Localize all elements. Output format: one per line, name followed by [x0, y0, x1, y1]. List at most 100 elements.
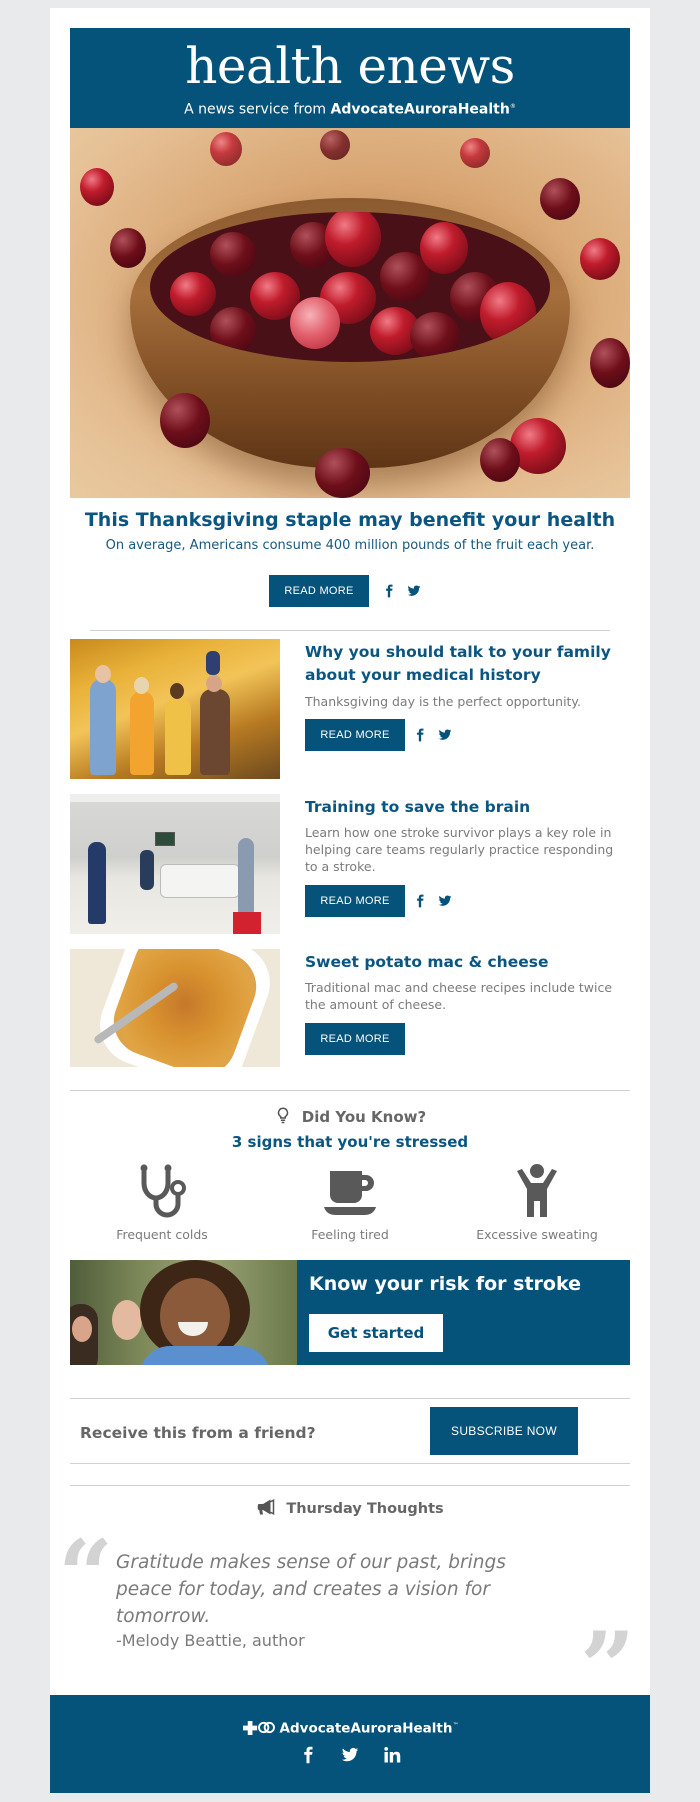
- section-divider: [70, 1463, 630, 1464]
- tagline-brand: AdvocateAuroraHealth: [330, 101, 510, 118]
- footer-brand-mark: ™: [452, 1722, 459, 1729]
- stress-sign: Feeling tired: [260, 1163, 440, 1244]
- cranberry-decor: [210, 232, 256, 276]
- article-share-twitter[interactable]: [437, 893, 453, 909]
- facebook-icon: [417, 728, 424, 742]
- article-share-facebook[interactable]: [412, 727, 428, 743]
- article-image[interactable]: [70, 639, 280, 779]
- article-description: Thanksgiving day is the perfect opportun…: [305, 694, 582, 709]
- thursday-thoughts-heading: Thursday Thoughts: [50, 1498, 650, 1519]
- coffee-cup-icon: [324, 1171, 376, 1215]
- cranberry-decor: [410, 312, 460, 360]
- article-read-more-button[interactable]: READ MORE: [305, 719, 405, 751]
- facebook-icon: [304, 1746, 313, 1764]
- stroke-banner-title: Know your risk for stroke: [309, 1273, 581, 1295]
- family-figure: [130, 691, 154, 775]
- get-started-button[interactable]: Get started: [309, 1314, 443, 1352]
- footer-twitter-link[interactable]: [340, 1745, 360, 1765]
- did-you-know-heading: Did You Know?: [50, 1106, 650, 1127]
- cranberry-decor: [460, 138, 490, 168]
- megaphone-icon: [258, 1499, 275, 1515]
- monitor: [155, 832, 175, 846]
- twitter-icon: [407, 585, 421, 596]
- hero-title[interactable]: This Thanksgiving staple may benefit you…: [50, 508, 650, 532]
- family-figure: [200, 689, 230, 775]
- did-you-know-title: Did You Know?: [301, 1108, 427, 1126]
- footer-social-links: [50, 1745, 650, 1765]
- hero-share-twitter[interactable]: [406, 583, 422, 599]
- article-description: Traditional mac and cheese recipes inclu…: [305, 980, 613, 1012]
- stethoscope-icon: [140, 1164, 186, 1218]
- woman-face: [160, 1278, 230, 1354]
- article-share-twitter[interactable]: [437, 727, 453, 743]
- footer-brand-logo[interactable]: AdvocateAuroraHealth™: [50, 1717, 650, 1738]
- linkedin-icon: [384, 1746, 401, 1763]
- footer: AdvocateAuroraHealth™: [50, 1695, 650, 1793]
- subscribe-now-button[interactable]: SUBSCRIBE NOW: [430, 1407, 578, 1455]
- cranberry-decor: [110, 228, 146, 268]
- article-image[interactable]: [70, 794, 280, 934]
- subscribe-prompt: Receive this from a friend?: [80, 1424, 316, 1442]
- person-face: [112, 1300, 142, 1340]
- staff-figure: [140, 850, 154, 890]
- article-title[interactable]: Why you should talk to your family about…: [305, 641, 625, 687]
- tagline-prefix: A news service from: [184, 101, 327, 118]
- footer-linkedin-link[interactable]: [382, 1745, 402, 1765]
- stress-sign-label: Frequent colds: [116, 1227, 208, 1242]
- advocate-aurora-logo-icon: [242, 1720, 275, 1735]
- thursday-thoughts-title: Thursday Thoughts: [286, 1501, 444, 1517]
- bowl-contents: [150, 212, 550, 362]
- open-quote-icon: “: [58, 1519, 114, 1632]
- masthead[interactable]: health enews A news service from Advocat…: [70, 28, 630, 128]
- hero-share-facebook[interactable]: [381, 583, 397, 599]
- hero-image[interactable]: [70, 128, 630, 498]
- family-figure-head: [134, 677, 149, 694]
- cranberry-decor: [325, 212, 381, 267]
- masthead-tagline: A news service from AdvocateAuroraHealth…: [70, 98, 630, 119]
- quote-author: -Melody Beattie, author: [116, 1631, 305, 1650]
- family-figure: [165, 697, 191, 775]
- person-face: [72, 1316, 92, 1342]
- stroke-banner: Know your risk for stroke Get started: [297, 1260, 630, 1365]
- article-title[interactable]: Training to save the brain: [305, 796, 625, 819]
- ceiling: [70, 794, 280, 802]
- article-image[interactable]: [70, 949, 280, 1067]
- footer-facebook-link[interactable]: [298, 1745, 318, 1765]
- hero-subtitle: On average, Americans consume 400 millio…: [105, 538, 595, 553]
- cranberry-decor: [160, 393, 210, 448]
- tagline-mark: ®: [509, 103, 516, 110]
- staff-figure: [238, 838, 254, 914]
- cranberry-decor: [480, 438, 520, 482]
- stress-sign: Excessive sweating: [447, 1163, 627, 1244]
- article-share-facebook[interactable]: [412, 893, 428, 909]
- twitter-icon: [438, 895, 452, 906]
- cranberry-decor: [480, 282, 536, 344]
- lightbulb-icon: [277, 1107, 288, 1124]
- article-read-more-button[interactable]: READ MORE: [305, 1023, 405, 1055]
- hospital-bed: [160, 864, 240, 898]
- cranberry-decor: [210, 307, 256, 353]
- cranberry-decor: [540, 178, 580, 220]
- red-bin: [233, 912, 261, 934]
- article-read-more-button[interactable]: READ MORE: [305, 885, 405, 917]
- article-title[interactable]: Sweet potato mac & cheese: [305, 951, 625, 974]
- stroke-banner-image[interactable]: [70, 1260, 297, 1365]
- section-divider: [70, 1090, 630, 1091]
- section-divider: [90, 630, 610, 631]
- family-figure-head: [170, 683, 184, 699]
- cranberry-decor: [590, 338, 630, 388]
- cranberry-decor: [315, 448, 370, 498]
- cranberry-decor: [420, 222, 468, 274]
- cranberry-decor: [80, 168, 114, 206]
- stress-sign-label: Feeling tired: [311, 1227, 389, 1242]
- nurse-figure: [88, 842, 106, 924]
- cranberry-decor: [290, 297, 340, 349]
- cranberry-decor: [170, 272, 216, 316]
- twitter-icon: [438, 729, 452, 740]
- did-you-know-subtitle[interactable]: 3 signs that you're stressed: [50, 1132, 650, 1152]
- facebook-icon: [417, 894, 424, 908]
- family-figure: [90, 679, 116, 775]
- quote-text: Gratitude makes sense of our past, bring…: [116, 1552, 506, 1627]
- hero-read-more-button[interactable]: READ MORE: [269, 575, 369, 607]
- section-divider: [70, 1398, 630, 1399]
